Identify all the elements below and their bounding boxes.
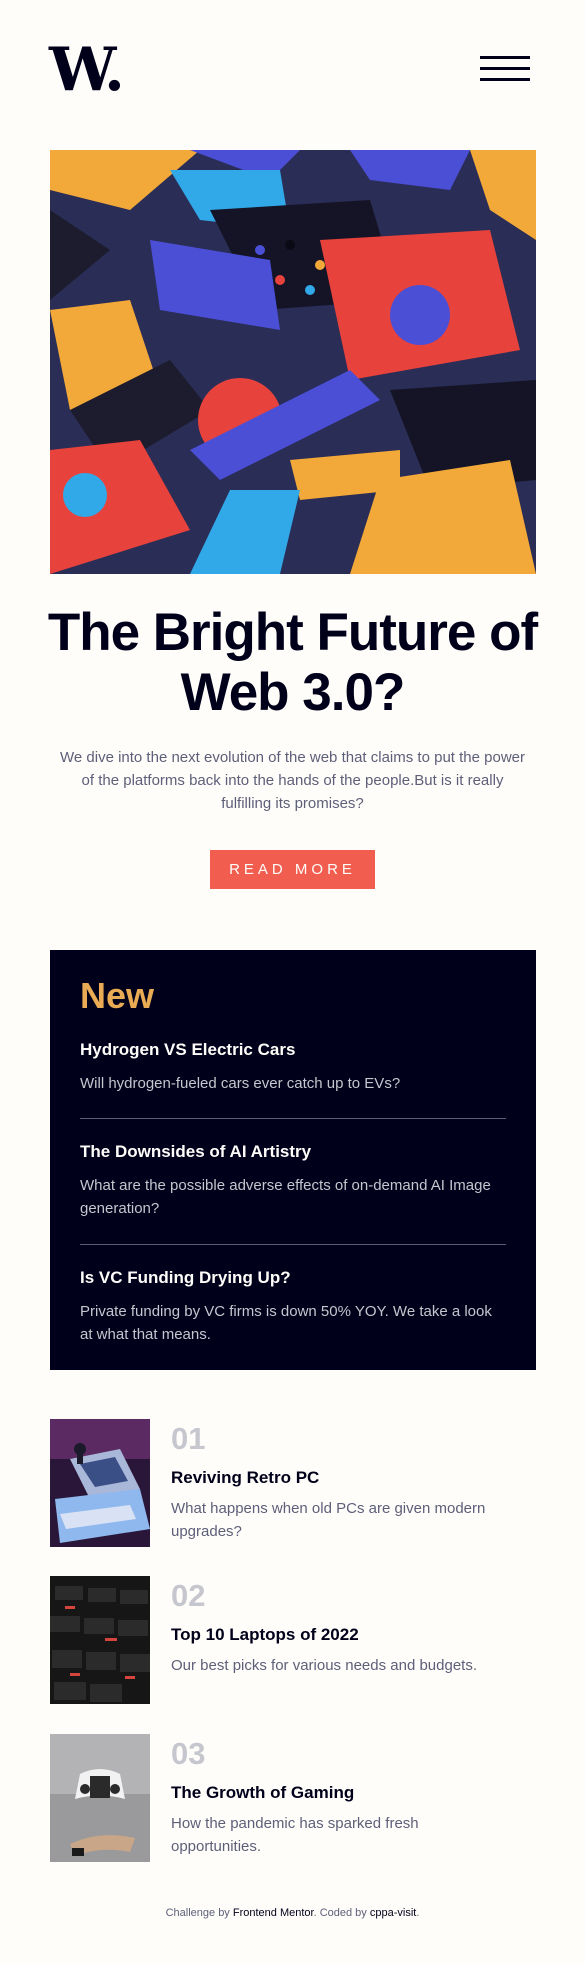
new-item[interactable]: Hydrogen VS Electric Cars Will hydrogen-…: [80, 1040, 506, 1095]
attribution: Challenge by Frontend Mentor. Coded by c…: [0, 1907, 585, 1919]
new-item[interactable]: Is VC Funding Drying Up? Private funding…: [80, 1268, 506, 1346]
new-section: New Hydrogen VS Electric Cars Will hydro…: [50, 950, 536, 1370]
trending-description: What happens when old PCs are given mode…: [171, 1500, 486, 1540]
attribution-suffix: .: [416, 1907, 420, 1919]
new-item-title[interactable]: Hydrogen VS Electric Cars: [80, 1040, 506, 1060]
trending-number: 02: [171, 1578, 206, 1613]
article-description: We dive into the next evolution of the w…: [60, 749, 525, 812]
new-item-description: Will hydrogen-fueled cars ever catch up …: [80, 1075, 401, 1092]
trending-number: 01: [171, 1421, 206, 1456]
gaming-thumbnail[interactable]: [50, 1734, 150, 1862]
frontend-mentor-link[interactable]: Frontend Mentor: [233, 1907, 314, 1919]
laptops-thumbnail[interactable]: [50, 1576, 150, 1704]
attribution-prefix: Challenge by: [165, 1907, 230, 1919]
attribution-coded-by: . Coded by: [313, 1907, 367, 1919]
divider: [80, 1244, 506, 1245]
divider: [80, 1118, 506, 1119]
new-heading: New: [80, 975, 155, 1016]
trending-title[interactable]: The Growth of Gaming: [171, 1783, 354, 1803]
trending-item[interactable]: 01 Reviving Retro PC What happens when o…: [50, 1419, 536, 1547]
hero-image: [50, 150, 536, 574]
hamburger-menu-icon[interactable]: [480, 56, 530, 82]
trending-description: How the pandemic has sparked fresh oppor…: [171, 1815, 419, 1855]
trending-description: Our best picks for various needs and bud…: [171, 1657, 478, 1674]
trending-title[interactable]: Reviving Retro PC: [171, 1468, 319, 1488]
logo[interactable]: W.: [49, 40, 125, 100]
trending-item[interactable]: 03 The Growth of Gaming How the pandemic…: [50, 1734, 536, 1862]
new-item[interactable]: The Downsides of AI Artistry What are th…: [80, 1142, 506, 1220]
article-title: The Bright Future of Web 3.0?: [47, 603, 538, 722]
author-link[interactable]: cppa-visit: [370, 1907, 416, 1919]
trending-number: 03: [171, 1736, 206, 1771]
trending-title[interactable]: Top 10 Laptops of 2022: [171, 1625, 359, 1645]
read-more-button[interactable]: READ MORE: [210, 850, 375, 889]
trending-item[interactable]: 02 Top 10 Laptops of 2022 Our best picks…: [50, 1576, 536, 1704]
new-item-title[interactable]: Is VC Funding Drying Up?: [80, 1268, 506, 1288]
new-item-description: What are the possible adverse effects of…: [80, 1177, 491, 1217]
retro-pc-thumbnail[interactable]: [50, 1419, 150, 1547]
new-item-description: Private funding by VC firms is down 50% …: [80, 1303, 492, 1343]
new-item-title[interactable]: The Downsides of AI Artistry: [80, 1142, 506, 1162]
